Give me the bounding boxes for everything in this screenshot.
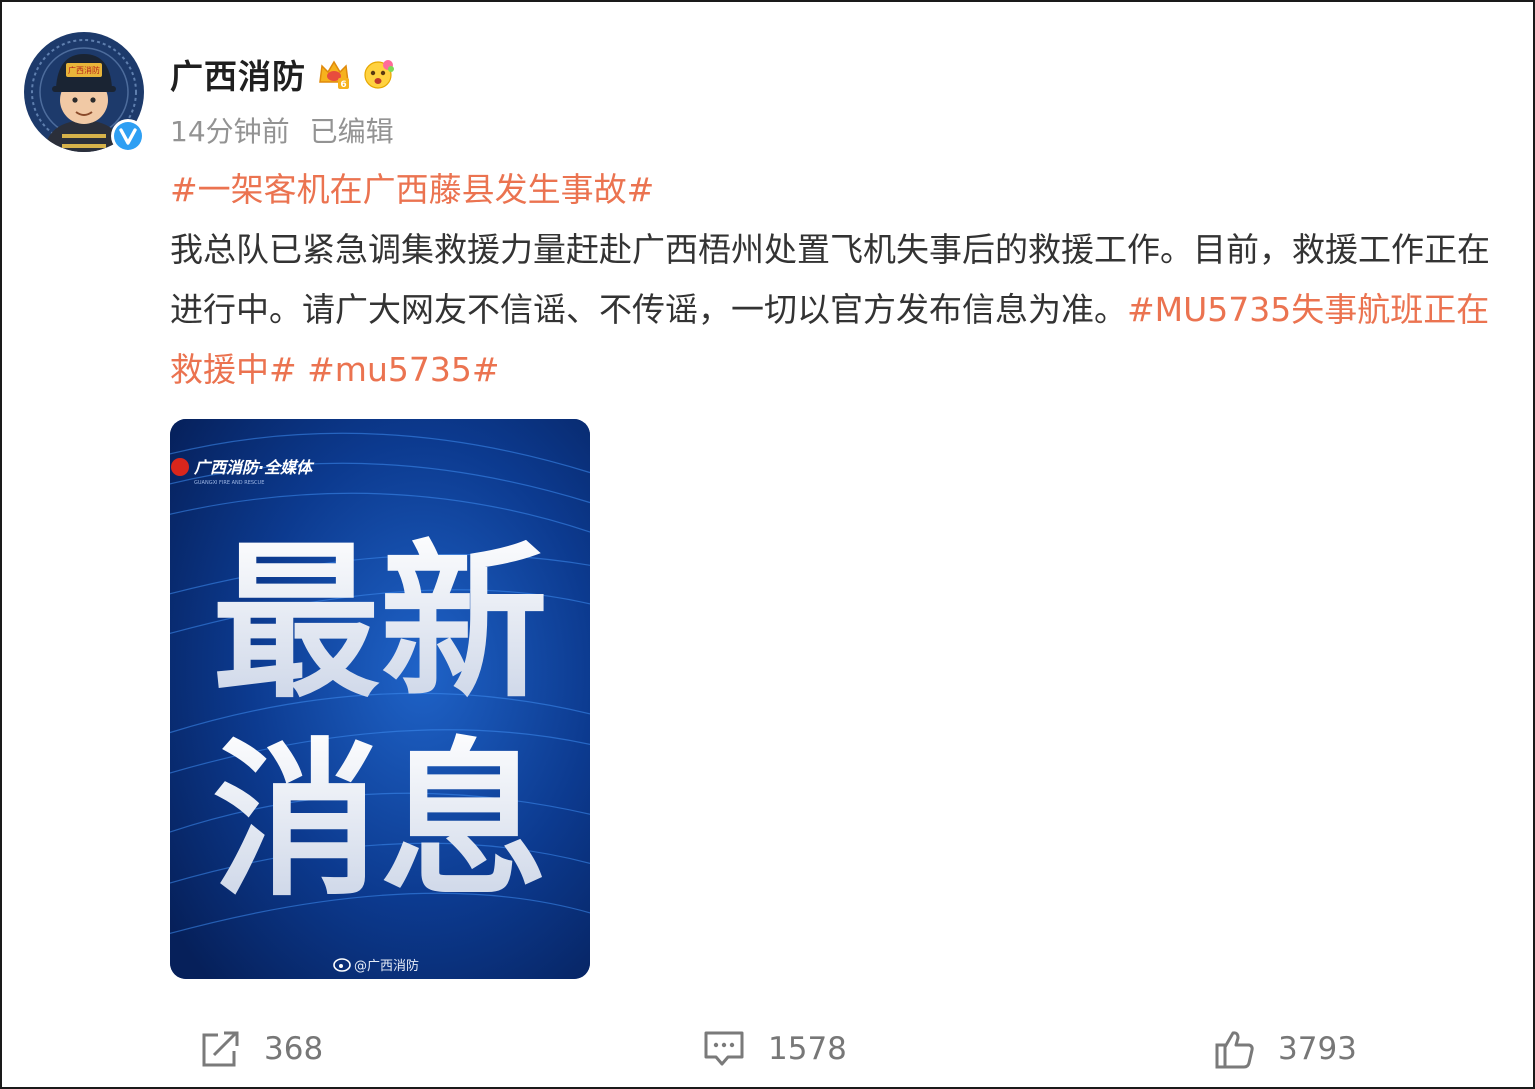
post-image[interactable]: 广西消防·全媒体 GUANGXI FIRE AND RESCUE 最新 消息 @… [170, 419, 590, 979]
image-watermark: @广西消防 [354, 958, 419, 974]
avatar[interactable]: 广西消防 [22, 30, 146, 154]
author-name[interactable]: 广西消防 [170, 50, 306, 98]
share-count: 368 [264, 1031, 324, 1067]
weibo-post-card: 广西消防 广西消防 6 14分钟前 已编辑 #一架客机在广西藤县发生事故# 我总… [0, 0, 1535, 1089]
image-brand-sub: GUANGXI FIRE AND RESCUE [194, 480, 264, 486]
image-headline-line1: 最新 [212, 525, 548, 721]
image-brand: 广西消防·全媒体 [193, 458, 315, 477]
thumbs-up-icon [1215, 1031, 1254, 1069]
edited-label[interactable]: 已编辑 [310, 110, 394, 150]
share-icon [202, 1031, 239, 1067]
avatar-image: 广西消防 [24, 32, 145, 153]
avatar-label: 广西消防 [68, 65, 100, 75]
brand-logo-icon [171, 458, 189, 476]
image-headline-line2: 消息 [212, 723, 548, 919]
like-count: 3793 [1278, 1031, 1357, 1067]
post-meta: 14分钟前 已编辑 [170, 110, 394, 150]
topic-link-title[interactable]: #一架客机在广西藤县发生事故# [170, 160, 1510, 220]
share-button[interactable]: 368 [200, 1012, 323, 1086]
comment-button[interactable]: 1578 [702, 1012, 847, 1086]
topic-link-mu5735[interactable]: #mu5735# [307, 350, 499, 389]
crown-member-badge-icon[interactable]: 6 [316, 56, 352, 92]
svg-text:6: 6 [340, 80, 346, 90]
like-button[interactable]: 3793 [1214, 1012, 1357, 1086]
post-time[interactable]: 14分钟前 [170, 110, 290, 150]
author-line: 广西消防 6 [170, 50, 396, 98]
verified-v-icon [111, 119, 145, 153]
post-content: #一架客机在广西藤县发生事故# 我总队已紧急调集救援力量赶赴广西梧州处置飞机失事… [170, 160, 1510, 400]
comment-icon [704, 1031, 744, 1066]
emoji-badge-icon[interactable] [360, 56, 396, 92]
post-actions: 368 1578 3793 [2, 1012, 1535, 1086]
comment-count: 1578 [768, 1031, 847, 1067]
